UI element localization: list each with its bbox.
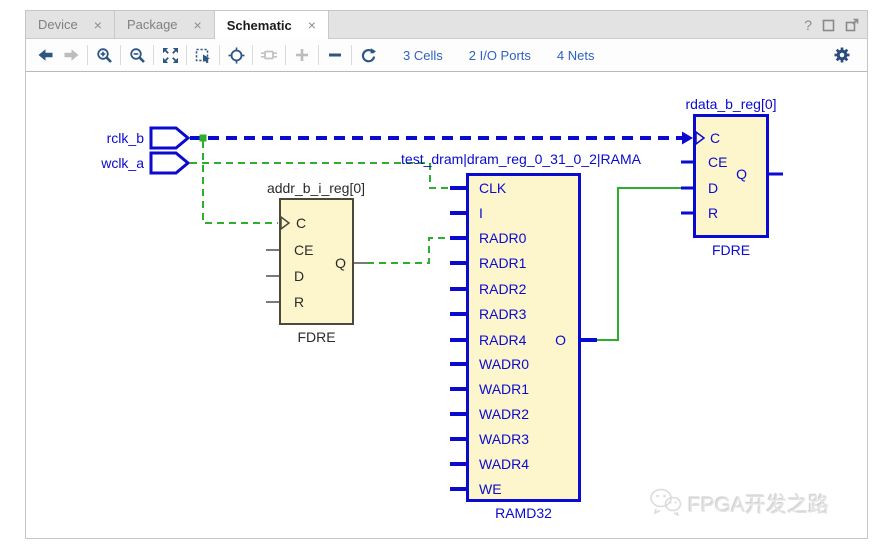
pin-ram-wadr4: WADR4 [479, 456, 529, 472]
collapse-minus-icon[interactable] [322, 43, 348, 67]
pin-ram-wadr1: WADR1 [479, 381, 529, 397]
net-ram-o[interactable] [597, 188, 681, 340]
pin-ram-wadr2: WADR2 [479, 406, 529, 422]
net-addr-q[interactable] [367, 238, 450, 263]
pin-addr-r: R [294, 294, 304, 310]
close-icon[interactable]: × [94, 18, 102, 32]
pin-ram-we: WE [479, 481, 502, 497]
toolbar-separator [285, 45, 286, 65]
pin-ram-i: I [479, 205, 483, 221]
net-junction-dot [200, 135, 207, 142]
help-icon[interactable]: ? [804, 17, 812, 33]
cell-title-ram: test_dram|dram_reg_0_31_0_2|RAMA [386, 151, 656, 167]
maximize-icon[interactable] [822, 19, 835, 32]
toolbar-separator [219, 45, 220, 65]
cell-title-rdata: rdata_b_reg[0] [656, 96, 806, 112]
wechat-logo-icon [648, 486, 682, 521]
toolbar-separator [120, 45, 121, 65]
pin-ram-radr1: RADR1 [479, 255, 526, 271]
port-label-wclk-a[interactable]: wclk_a [66, 155, 144, 171]
io-ports-link[interactable]: 2 I/O Ports [469, 48, 531, 63]
expand-plus-icon[interactable] [289, 43, 315, 67]
watermark: FPGA开发之路 [648, 486, 829, 521]
port-label-rclk-b[interactable]: rclk_b [66, 130, 144, 146]
pin-ram-radr3: RADR3 [479, 306, 526, 322]
schematic-canvas[interactable]: rclk_b wclk_a addr_b_i_reg[0] C CE D R Q… [26, 72, 867, 538]
pin-ram-clk: CLK [479, 180, 506, 196]
close-icon[interactable]: × [194, 18, 202, 32]
pin-ram-wadr3: WADR3 [479, 431, 529, 447]
back-icon[interactable] [32, 43, 58, 67]
zoom-to-selection-icon[interactable] [190, 43, 216, 67]
tab-device[interactable]: Device × [26, 11, 115, 38]
forward-icon[interactable] [58, 43, 84, 67]
schematic-window: Device × Package × Schematic × ? [25, 10, 868, 539]
tab-package-label: Package [127, 17, 178, 32]
tab-bar: Device × Package × Schematic × ? [26, 11, 867, 39]
zoom-out-icon[interactable] [124, 43, 150, 67]
pin-rdata-c: C [710, 130, 720, 146]
toolbar-separator [153, 45, 154, 65]
pin-rdata-r: R [708, 205, 718, 221]
stubs-addr-inputs [266, 250, 279, 302]
toolbar-separator [318, 45, 319, 65]
pin-ram-radr4: RADR4 [479, 332, 526, 348]
pin-addr-ce: CE [294, 242, 313, 258]
pin-ram-radr0: RADR0 [479, 230, 526, 246]
cell-title-addr: addr_b_i_reg[0] [241, 180, 391, 196]
cell-type-addr: FDRE [279, 329, 354, 345]
pin-ram-radr2: RADR2 [479, 281, 526, 297]
pin-addr-c: C [296, 215, 306, 231]
pin-rdata-q: Q [722, 166, 747, 182]
port-rclk-b-shape[interactable] [151, 128, 188, 148]
float-window-icon[interactable] [845, 18, 859, 32]
autofit-selection-icon[interactable] [223, 43, 249, 67]
tab-schematic-label: Schematic [227, 18, 292, 33]
schematic-toolbar: 3 Cells 2 I/O Ports 4 Nets [26, 39, 867, 72]
cells-link[interactable]: 3 Cells [403, 48, 443, 63]
tab-schematic[interactable]: Schematic × [215, 11, 329, 39]
port-wclk-a-shape[interactable] [151, 153, 188, 173]
settings-gear-icon[interactable] [829, 43, 855, 67]
regenerate-icon[interactable] [355, 43, 381, 67]
toolbar-separator [87, 45, 88, 65]
cell-type-ram: RAMD32 [466, 505, 581, 521]
window-buttons: ? [804, 11, 859, 39]
toolbar-separator [351, 45, 352, 65]
net-rclk-b-arrowhead [682, 132, 693, 145]
zoom-in-icon[interactable] [91, 43, 117, 67]
pin-addr-d: D [294, 268, 304, 284]
toolbar-separator [252, 45, 253, 65]
cell-type-rdata: FDRE [693, 242, 769, 258]
zoom-fit-icon[interactable] [157, 43, 183, 67]
tab-device-label: Device [38, 17, 78, 32]
tab-package[interactable]: Package × [115, 11, 215, 38]
expand-cone-icon[interactable] [256, 43, 282, 67]
pin-ram-wadr0: WADR0 [479, 356, 529, 372]
pin-ram-o: O [541, 332, 566, 348]
watermark-text: FPGA开发之路 [688, 489, 829, 519]
close-icon[interactable]: × [308, 18, 316, 32]
pin-rdata-d: D [708, 180, 718, 196]
nets-link[interactable]: 4 Nets [557, 48, 595, 63]
pin-addr-q: Q [322, 255, 346, 271]
toolbar-separator [186, 45, 187, 65]
